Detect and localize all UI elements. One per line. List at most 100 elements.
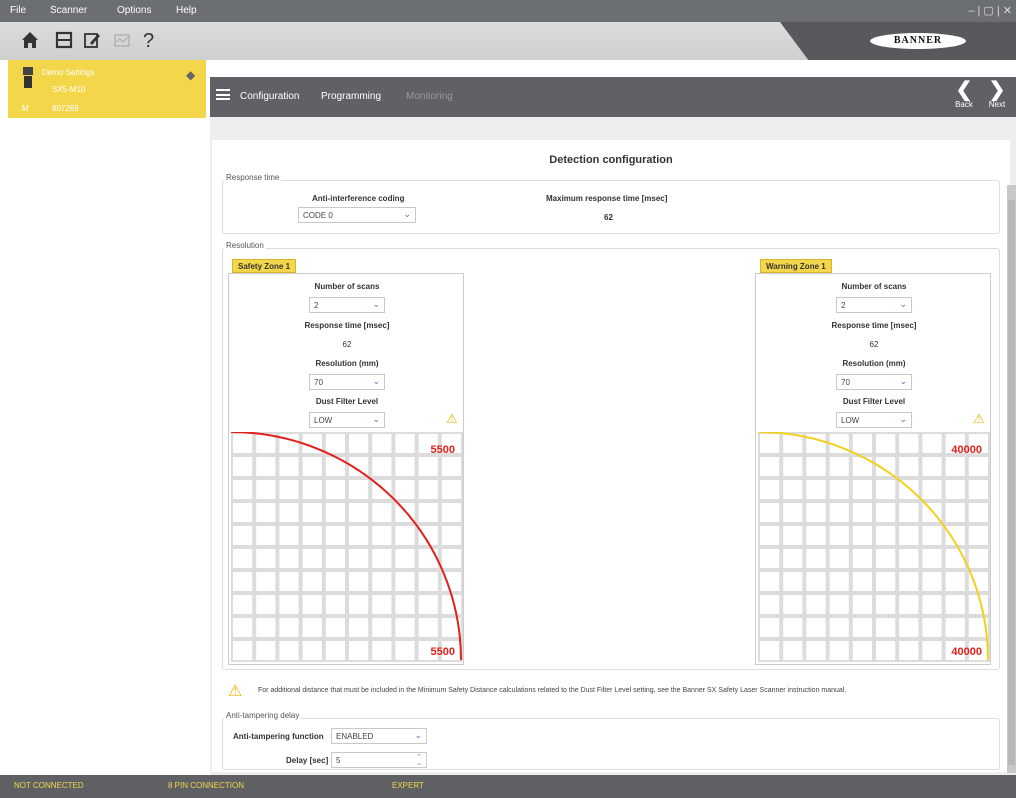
next-button[interactable]: ❯ Next [983,80,1011,109]
safety-range-top: 5500 [430,444,455,456]
warning-icon: ⚠ [228,683,243,700]
menu-options[interactable]: Options [117,5,151,16]
warning-grid-cell [899,526,919,545]
safety-grid-cell [372,595,392,614]
status-bar: NOT CONNECTED 8 PIN CONNECTION EXPERT [0,775,1016,798]
warning-zone-tab[interactable]: Warning Zone 1 [760,259,832,273]
warning-response-value: 62 [869,340,879,349]
safety-grid-cell [256,434,276,453]
safety-grid-cell [302,503,322,522]
anti-tampering-function-value: ENABLED [336,732,374,741]
safety-grid-cell [302,641,322,660]
safety-dust-select[interactable]: LOW ⌄ [309,412,385,428]
safety-resolution-label: Resolution (mm) [315,359,379,368]
delay-stepper[interactable]: 5 ⌃ ⌄ [331,752,427,768]
safety-grid-cell [233,526,253,545]
delay-label: Delay [sec] [286,756,329,765]
safety-resolution-select[interactable]: 70 ⌄ [309,374,385,390]
anti-interference-select[interactable]: CODE 0 ⌄ [298,207,416,223]
collapse-arrow-icon[interactable]: ◆ [186,68,195,82]
warning-scans-value: 2 [841,301,846,310]
back-button[interactable]: ❮ Back [950,80,978,109]
safety-grid-cell [418,618,438,637]
hamburger-menu-icon[interactable] [216,89,230,100]
warning-grid-cell [922,572,942,591]
warning-zone-panel: Number of scans 2 ⌄ Response time [msec]… [755,273,991,665]
warning-grid-cell [899,503,919,522]
save-icon[interactable] [52,27,76,53]
home-icon[interactable] [18,27,42,53]
safety-grid-cell [372,618,392,637]
safety-grid-cell [395,434,415,453]
safety-grid-cell [395,595,415,614]
safety-grid-cell [325,595,345,614]
safety-grid-cell [256,457,276,476]
tab-programming[interactable]: Programming [321,91,381,102]
warning-grid-cell [945,457,965,476]
safety-grid-cell [349,618,369,637]
menu-scanner[interactable]: Scanner [50,5,87,16]
warning-scans-select[interactable]: 2 ⌄ [836,297,912,313]
safety-dust-label: Dust Filter Level [315,397,379,406]
safety-grid-cell [233,618,253,637]
tab-configuration[interactable]: Configuration [240,91,299,102]
safety-grid-cell [349,595,369,614]
response-time-legend: Response time [224,173,282,182]
warning-resolution-select[interactable]: 70 ⌄ [836,374,912,390]
safety-grid-cell [325,503,345,522]
warning-grid-cell [783,572,803,591]
warning-dust-label: Dust Filter Level [842,397,906,406]
warning-grid-cell [852,641,872,660]
safety-grid-cell [325,641,345,660]
safety-grid-cell [441,480,461,499]
safety-grid-cell [372,549,392,568]
warning-grid-cell [945,618,965,637]
anti-tampering-function-select[interactable]: ENABLED ⌄ [331,728,427,744]
scrollbar-thumb[interactable] [1008,200,1015,765]
safety-grid-cell [372,434,392,453]
stepper-arrows-icon[interactable]: ⌃ ⌄ [416,754,422,767]
safety-zone-plot: 5500 5500 [231,432,463,662]
anti-interference-value: CODE 0 [303,211,333,220]
warning-grid-cell [968,457,988,476]
warning-grid-cell [852,480,872,499]
menu-help[interactable]: Help [176,5,197,16]
warning-grid-cell [829,526,849,545]
warning-grid-cell [922,618,942,637]
safety-grid-cell [302,526,322,545]
warning-grid-cell [876,549,896,568]
window-controls[interactable]: – | ▢ | ✕ [968,4,1012,17]
anti-tampering-legend: Anti-tampering delay [224,711,302,720]
safety-grid-cell [302,457,322,476]
safety-grid-cell [302,595,322,614]
safety-grid-cell [372,503,392,522]
warning-grid-cell [922,526,942,545]
safety-grid-cell [233,457,253,476]
safety-response-label: Response time [msec] [304,321,390,330]
safety-grid-cell [395,549,415,568]
safety-grid-cell [441,526,461,545]
safety-grid-cell [395,526,415,545]
safety-zone-tab[interactable]: Safety Zone 1 [232,259,297,273]
warning-grid-cell [852,572,872,591]
safety-grid-cell [372,641,392,660]
user-mode-status: EXPERT [392,781,424,790]
warning-dust-select[interactable]: LOW ⌄ [836,412,912,428]
safety-grid-cell [395,618,415,637]
warning-grid-cell [760,572,780,591]
device-card[interactable]: Demo Settings SX5-M10 M 807269 [8,60,206,118]
safety-grid-cell [302,549,322,568]
warning-grid-cell [876,618,896,637]
safety-grid-cell [418,457,438,476]
warning-grid-cell [806,641,826,660]
warning-grid-cell [829,503,849,522]
help-icon[interactable]: ? [136,27,160,53]
menu-file[interactable]: File [10,5,26,16]
tab-monitoring[interactable]: Monitoring [406,91,453,102]
safety-scans-select[interactable]: 2 ⌄ [309,297,385,313]
dust-note: For additional distance that must be inc… [258,687,847,694]
safety-grid-cell [372,526,392,545]
warning-grid-cell [783,641,803,660]
edit-config-icon[interactable] [80,27,104,53]
safety-dust-value: LOW [314,416,333,425]
